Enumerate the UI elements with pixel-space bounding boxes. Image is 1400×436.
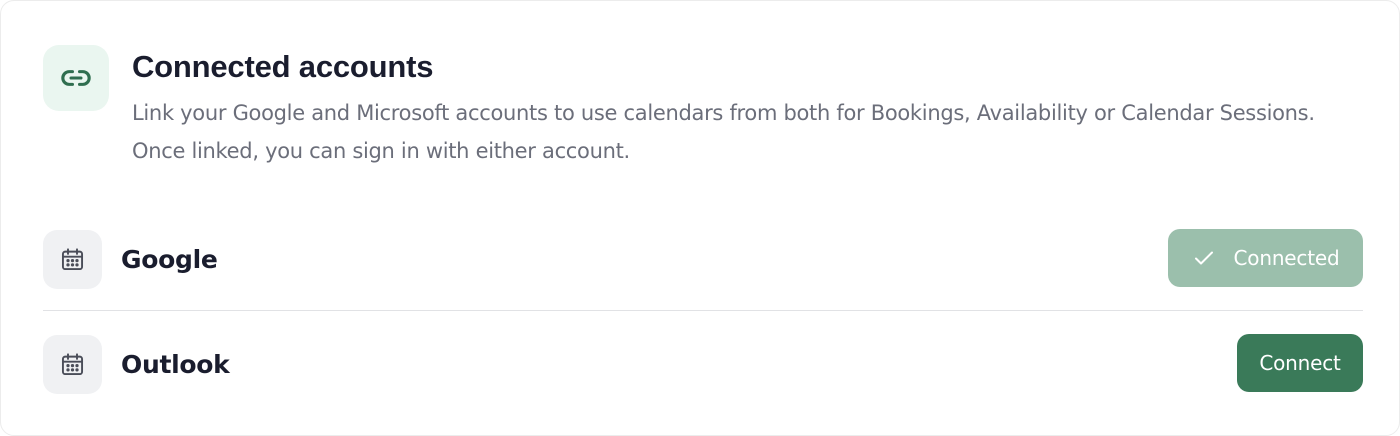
account-name: Google <box>121 244 218 274</box>
calendar-icon <box>61 352 84 375</box>
connected-button[interactable]: Connected <box>1168 229 1363 287</box>
google-calendar-icon-tile <box>43 229 102 289</box>
section-header: Connected accounts Link your Google and … <box>43 45 1352 170</box>
account-row-google: Google Connected <box>43 229 1363 289</box>
check-icon <box>1192 246 1216 270</box>
link-icon <box>61 70 91 86</box>
connect-button[interactable]: Connect <box>1237 334 1363 392</box>
row-divider <box>43 310 1363 311</box>
account-row-outlook: Outlook Connect <box>43 334 1363 394</box>
outlook-calendar-icon-tile <box>43 334 102 394</box>
connected-accounts-card: Connected accounts Link your Google and … <box>0 0 1400 436</box>
link-icon-tile <box>43 45 109 111</box>
connected-button-label: Connected <box>1233 246 1340 270</box>
section-header-text: Connected accounts Link your Google and … <box>132 48 1352 170</box>
section-title: Connected accounts <box>132 49 434 84</box>
account-name: Outlook <box>121 349 230 379</box>
section-description: Link your Google and Microsoft accounts … <box>132 101 1315 163</box>
calendar-icon <box>61 247 84 270</box>
